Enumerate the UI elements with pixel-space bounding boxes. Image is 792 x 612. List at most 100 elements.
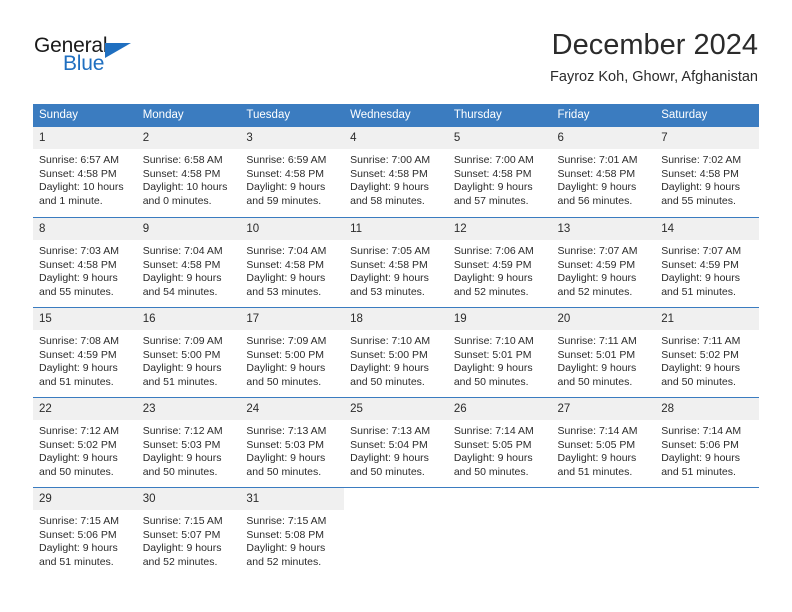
daylight-text-line2: and 50 minutes.: [350, 375, 425, 388]
page-header: General Blue December 2024 Fayroz Koh, G…: [34, 28, 758, 98]
calendar-day-cell[interactable]: 23 Sunrise: 7:12 AM Sunset: 5:03 PM Dayligh…: [136, 397, 241, 487]
calendar-day-cell[interactable]: 30 Sunrise: 7:15 AM Sunset: 5:07 PM Dayligh…: [136, 487, 241, 577]
daylight-text-line1: Daylight: 9 hours: [142, 362, 222, 375]
sunset-text: Sunset: 5:05 PM: [557, 438, 636, 451]
calendar-day-cell[interactable]: 12 Sunrise: 7:06 AM Sunset: 4:59 PM Dayligh…: [447, 217, 552, 307]
sunset-text: Sunset: 5:00 PM: [350, 348, 428, 361]
calendar-day-cell[interactable]: 25 Sunrise: 7:13 AM Sunset: 5:04 PM Dayligh…: [344, 397, 448, 487]
day-number: 7: [655, 127, 759, 149]
day-sun-info: Sunrise: 7:10 AM Sunset: 5:01 PM Daylight:…: [448, 330, 552, 389]
calendar-day-cell[interactable]: 18 Sunrise: 7:10 AM Sunset: 5:00 PM Dayligh…: [344, 307, 448, 397]
calendar-week-row: 29 Sunrise: 7:15 AM Sunset: 5:06 PM Dayligh…: [33, 487, 759, 577]
day-cell-box: 8 Sunrise: 7:03 AM Sunset: 4:58 PM Daylight…: [33, 217, 137, 307]
calendar-day-cell[interactable]: 8 Sunrise: 7:03 AM Sunset: 4:58 PM Daylight…: [33, 217, 137, 307]
daylight-text-line1: Daylight: 10 hours: [39, 181, 124, 194]
calendar-day-cell[interactable]: 24 Sunrise: 7:13 AM Sunset: 5:03 PM Dayligh…: [240, 397, 345, 487]
calendar-day-cell[interactable]: 14 Sunrise: 7:07 AM Sunset: 4:59 PM Dayligh…: [655, 217, 759, 307]
day-number: 6: [551, 127, 656, 149]
general-blue-logo[interactable]: General Blue: [34, 34, 174, 84]
day-sun-info: Sunrise: 7:14 AM Sunset: 5:06 PM Daylight:…: [655, 420, 759, 479]
day-sun-info: Sunrise: 7:09 AM Sunset: 5:00 PM Daylight:…: [240, 330, 344, 389]
day-sun-info: Sunrise: 7:14 AM Sunset: 5:05 PM Daylight:…: [552, 420, 656, 479]
calendar-day-cell[interactable]: 15 Sunrise: 7:08 AM Sunset: 4:59 PM Dayligh…: [33, 307, 137, 397]
calendar-day-cell-empty: [447, 487, 552, 577]
day-number: 24: [240, 398, 345, 420]
day-cell-box: [551, 487, 656, 577]
daylight-text-line1: Daylight: 9 hours: [350, 452, 429, 465]
sunset-text: Sunset: 5:03 PM: [246, 438, 325, 451]
calendar-day-cell[interactable]: 27 Sunrise: 7:14 AM Sunset: 5:05 PM Dayligh…: [551, 397, 656, 487]
day-cell-box: 21 Sunrise: 7:11 AM Sunset: 5:02 PM Dayligh…: [655, 307, 759, 397]
day-sun-info: [344, 510, 448, 515]
sunrise-text: Sunrise: 7:05 AM: [350, 245, 431, 257]
day-sun-info: Sunrise: 7:04 AM Sunset: 4:58 PM Daylight:…: [137, 240, 241, 299]
calendar-day-cell[interactable]: 5 Sunrise: 7:00 AM Sunset: 4:58 PM Daylight…: [447, 127, 552, 217]
sunset-text: Sunset: 5:06 PM: [39, 528, 117, 541]
day-number: 21: [655, 308, 759, 330]
day-cell-box: 26 Sunrise: 7:14 AM Sunset: 5:05 PM Dayligh…: [447, 397, 552, 487]
sunrise-text: Sunrise: 7:12 AM: [39, 425, 119, 437]
sunrise-text: Sunrise: 7:06 AM: [453, 245, 534, 257]
sunset-text: Sunset: 5:08 PM: [246, 528, 325, 541]
calendar-day-cell[interactable]: 3 Sunrise: 6:59 AM Sunset: 4:58 PM Daylight…: [240, 127, 345, 217]
day-number: 1: [33, 127, 137, 149]
day-number: 20: [551, 308, 656, 330]
calendar-header-row: Sunday Monday Tuesday Wednesday Thursday…: [33, 104, 759, 127]
day-number: 19: [447, 308, 552, 330]
calendar-day-cell[interactable]: 4 Sunrise: 7:00 AM Sunset: 4:58 PM Daylight…: [344, 127, 448, 217]
calendar-day-cell[interactable]: 19 Sunrise: 7:10 AM Sunset: 5:01 PM Dayligh…: [447, 307, 552, 397]
day-sun-info: [655, 510, 759, 515]
calendar-day-cell[interactable]: 31 Sunrise: 7:15 AM Sunset: 5:08 PM Dayligh…: [240, 487, 345, 577]
day-number: 17: [240, 308, 345, 330]
calendar-day-cell[interactable]: 20 Sunrise: 7:11 AM Sunset: 5:01 PM Dayligh…: [551, 307, 656, 397]
daylight-text-line1: Daylight: 9 hours: [453, 452, 533, 465]
daylight-text-line1: Daylight: 9 hours: [453, 362, 533, 375]
sunset-text: Sunset: 4:58 PM: [39, 167, 117, 180]
calendar-day-cell[interactable]: 29 Sunrise: 7:15 AM Sunset: 5:06 PM Dayligh…: [33, 487, 137, 577]
daylight-text-line2: and 51 minutes.: [39, 375, 114, 388]
calendar-day-cell[interactable]: 6 Sunrise: 7:01 AM Sunset: 4:58 PM Daylight…: [551, 127, 656, 217]
day-number: 22: [33, 398, 137, 420]
daylight-text-line2: and 55 minutes.: [39, 285, 114, 298]
daylight-text-line2: and 52 minutes.: [142, 555, 218, 568]
sunrise-text: Sunrise: 7:11 AM: [557, 335, 637, 347]
sunrise-text: Sunrise: 7:13 AM: [246, 425, 327, 437]
day-sun-info: [552, 510, 656, 515]
calendar-day-cell[interactable]: 21 Sunrise: 7:11 AM Sunset: 5:02 PM Dayligh…: [655, 307, 759, 397]
calendar-day-cell[interactable]: 10 Sunrise: 7:04 AM Sunset: 4:58 PM Dayligh…: [240, 217, 345, 307]
sunset-text: Sunset: 4:58 PM: [661, 167, 739, 180]
day-sun-info: Sunrise: 7:11 AM Sunset: 5:02 PM Daylight:…: [655, 330, 759, 389]
calendar-day-cell[interactable]: 7 Sunrise: 7:02 AM Sunset: 4:58 PM Daylight…: [655, 127, 759, 217]
calendar-day-cell[interactable]: 13 Sunrise: 7:07 AM Sunset: 4:59 PM Dayligh…: [551, 217, 656, 307]
sunset-text: Sunset: 5:02 PM: [39, 438, 117, 451]
day-cell-box: 10 Sunrise: 7:04 AM Sunset: 4:58 PM Dayligh…: [240, 217, 345, 307]
calendar-body: 1 Sunrise: 6:57 AM Sunset: 4:58 PM Daylight…: [33, 127, 759, 577]
day-sun-info: Sunrise: 7:07 AM Sunset: 4:59 PM Daylight:…: [655, 240, 759, 299]
calendar-day-cell[interactable]: 22 Sunrise: 7:12 AM Sunset: 5:02 PM Dayligh…: [33, 397, 137, 487]
day-cell-box: [655, 487, 759, 577]
calendar-day-cell[interactable]: 9 Sunrise: 7:04 AM Sunset: 4:58 PM Daylight…: [136, 217, 241, 307]
sunrise-text: Sunrise: 7:07 AM: [557, 245, 638, 257]
calendar-day-cell[interactable]: 28 Sunrise: 7:14 AM Sunset: 5:06 PM Dayligh…: [655, 397, 759, 487]
day-cell-box: 29 Sunrise: 7:15 AM Sunset: 5:06 PM Dayligh…: [33, 487, 137, 577]
calendar-day-cell[interactable]: 1 Sunrise: 6:57 AM Sunset: 4:58 PM Daylight…: [33, 127, 137, 217]
weekday-header-saturday: Saturday: [655, 104, 759, 127]
calendar-day-cell[interactable]: 26 Sunrise: 7:14 AM Sunset: 5:05 PM Dayligh…: [447, 397, 552, 487]
calendar-week-row: 15 Sunrise: 7:08 AM Sunset: 4:59 PM Dayligh…: [33, 307, 759, 397]
triangle-icon: [105, 43, 131, 58]
weekday-header-wednesday: Wednesday: [344, 104, 448, 127]
calendar-day-cell[interactable]: 2 Sunrise: 6:58 AM Sunset: 4:58 PM Daylight…: [136, 127, 241, 217]
daylight-text-line2: and 58 minutes.: [350, 194, 425, 207]
daylight-text-line2: and 50 minutes.: [453, 465, 529, 478]
calendar-day-cell[interactable]: 11 Sunrise: 7:05 AM Sunset: 4:58 PM Dayligh…: [344, 217, 448, 307]
day-number: 15: [33, 308, 137, 330]
daylight-text-line1: Daylight: 9 hours: [246, 362, 326, 375]
sunrise-text: Sunrise: 7:03 AM: [39, 245, 119, 257]
calendar-day-cell[interactable]: 17 Sunrise: 7:09 AM Sunset: 5:00 PM Dayligh…: [240, 307, 345, 397]
daylight-text-line1: Daylight: 9 hours: [246, 542, 326, 555]
daylight-text-line2: and 50 minutes.: [246, 465, 322, 478]
sunset-text: Sunset: 5:05 PM: [453, 438, 532, 451]
day-cell-box: [344, 487, 448, 577]
sunset-text: Sunset: 5:01 PM: [453, 348, 532, 361]
calendar-day-cell[interactable]: 16 Sunrise: 7:09 AM Sunset: 5:00 PM Dayligh…: [136, 307, 241, 397]
